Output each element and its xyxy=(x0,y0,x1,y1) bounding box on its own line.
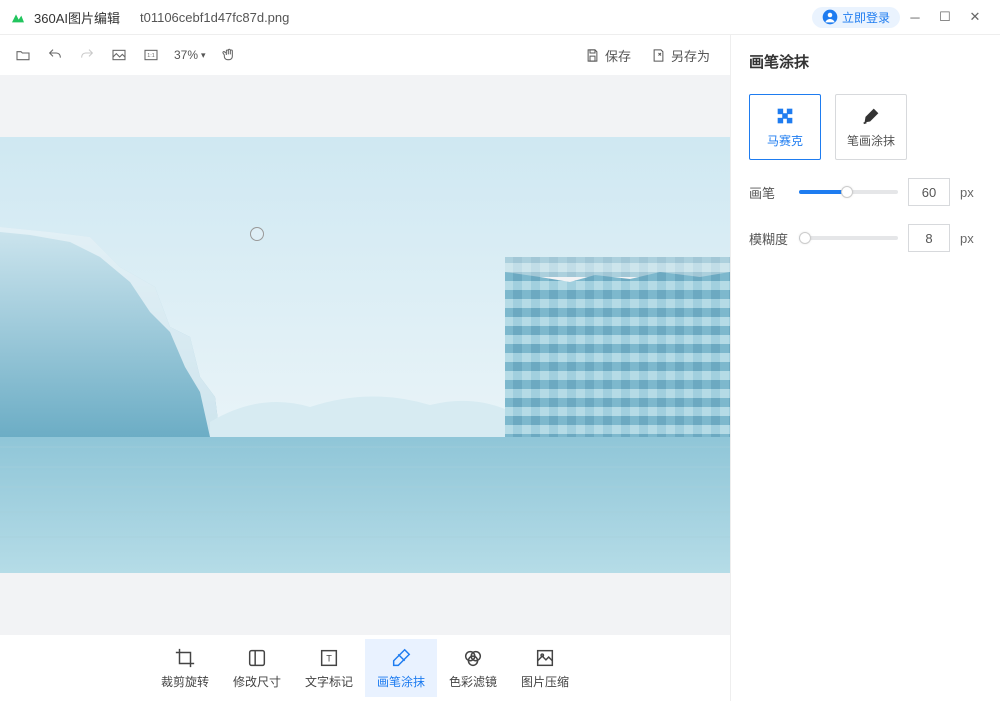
filter-icon xyxy=(462,647,484,669)
right-panel: 画笔涂抹 马赛克 笔画涂抹 画笔 60 px 模糊度 xyxy=(730,35,1000,701)
resize-icon xyxy=(246,647,268,669)
eraser-icon xyxy=(390,647,412,669)
brush-size-unit: px xyxy=(960,185,982,200)
tab-label: 文字标记 xyxy=(305,673,353,690)
file-name: t01106cebf1d47fc87d.png xyxy=(140,10,289,25)
blur-value[interactable]: 8 xyxy=(908,224,950,252)
slider-handle[interactable] xyxy=(841,186,853,198)
maximize-button[interactable]: ☐ xyxy=(930,9,960,25)
brush-size-value[interactable]: 60 xyxy=(908,178,950,206)
pan-hand-icon[interactable] xyxy=(220,46,238,64)
tab-label: 修改尺寸 xyxy=(233,673,281,690)
tool-mosaic-label: 马赛克 xyxy=(767,132,803,149)
tab-label: 裁剪旋转 xyxy=(161,673,209,690)
tool-options: 马赛克 笔画涂抹 xyxy=(749,94,982,160)
canvas-image xyxy=(0,137,730,573)
svg-text:1:1: 1:1 xyxy=(147,53,154,59)
svg-text:T: T xyxy=(326,653,332,663)
tab-label: 图片压缩 xyxy=(521,673,569,690)
login-label: 立即登录 xyxy=(842,9,890,26)
panel-title: 画笔涂抹 xyxy=(749,51,982,72)
tool-smear-label: 笔画涂抹 xyxy=(847,132,895,149)
tab-label: 色彩滤镜 xyxy=(449,673,497,690)
save-button[interactable]: 保存 xyxy=(585,46,631,65)
compress-icon xyxy=(534,647,556,669)
save-icon xyxy=(585,48,600,63)
tab-color-filter[interactable]: 色彩滤镜 xyxy=(437,639,509,697)
brush-size-label: 画笔 xyxy=(749,183,789,202)
blur-slider[interactable] xyxy=(799,236,898,240)
brush-size-row: 画笔 60 px xyxy=(749,178,982,206)
tool-smear[interactable]: 笔画涂抹 xyxy=(835,94,907,160)
save-as-button[interactable]: 另存为 xyxy=(651,46,710,65)
save-as-label: 另存为 xyxy=(671,46,710,65)
tool-mosaic[interactable]: 马赛克 xyxy=(749,94,821,160)
blur-unit: px xyxy=(960,231,982,246)
slider-handle[interactable] xyxy=(799,232,811,244)
app-name: 360AI图片编辑 xyxy=(34,8,120,27)
image-icon[interactable] xyxy=(110,46,128,64)
undo-icon[interactable] xyxy=(46,46,64,64)
text-icon: T xyxy=(318,647,340,669)
open-file-icon[interactable] xyxy=(14,46,32,64)
bottom-tab-bar: 裁剪旋转 修改尺寸 T 文字标记 画笔涂抹 色彩滤镜 图片压缩 xyxy=(0,635,730,701)
crop-icon xyxy=(174,647,196,669)
tab-crop-rotate[interactable]: 裁剪旋转 xyxy=(149,639,221,697)
minimize-button[interactable]: ─ xyxy=(900,10,930,25)
app-logo: 360AI图片编辑 xyxy=(10,8,120,27)
tab-compress[interactable]: 图片压缩 xyxy=(509,639,581,697)
login-button[interactable]: 立即登录 xyxy=(812,7,900,28)
tab-text-annotate[interactable]: T 文字标记 xyxy=(293,639,365,697)
brush-icon xyxy=(860,105,882,127)
save-as-icon xyxy=(651,48,666,63)
blur-label: 模糊度 xyxy=(749,229,789,248)
brush-size-slider[interactable] xyxy=(799,190,898,194)
fit-screen-icon[interactable]: 1:1 xyxy=(142,46,160,64)
tab-resize[interactable]: 修改尺寸 xyxy=(221,639,293,697)
tab-label: 画笔涂抹 xyxy=(377,673,425,690)
blur-row: 模糊度 8 px xyxy=(749,224,982,252)
redo-icon[interactable] xyxy=(78,46,96,64)
top-toolbar: 1:1 37% ▾ 保存 另存为 xyxy=(0,35,730,75)
tab-brush-smear[interactable]: 画笔涂抹 xyxy=(365,639,437,697)
chevron-down-icon: ▾ xyxy=(201,50,206,61)
mosaic-icon xyxy=(774,105,796,127)
user-icon xyxy=(822,9,838,25)
save-label: 保存 xyxy=(605,46,631,65)
close-button[interactable]: ✕ xyxy=(960,9,990,25)
brush-cursor xyxy=(250,227,264,241)
title-bar: 360AI图片编辑 t01106cebf1d47fc87d.png 立即登录 ─… xyxy=(0,0,1000,34)
zoom-dropdown[interactable]: 37% ▾ xyxy=(174,48,206,62)
logo-icon xyxy=(10,9,26,25)
zoom-value: 37% xyxy=(174,48,198,62)
canvas-area[interactable] xyxy=(0,75,730,635)
